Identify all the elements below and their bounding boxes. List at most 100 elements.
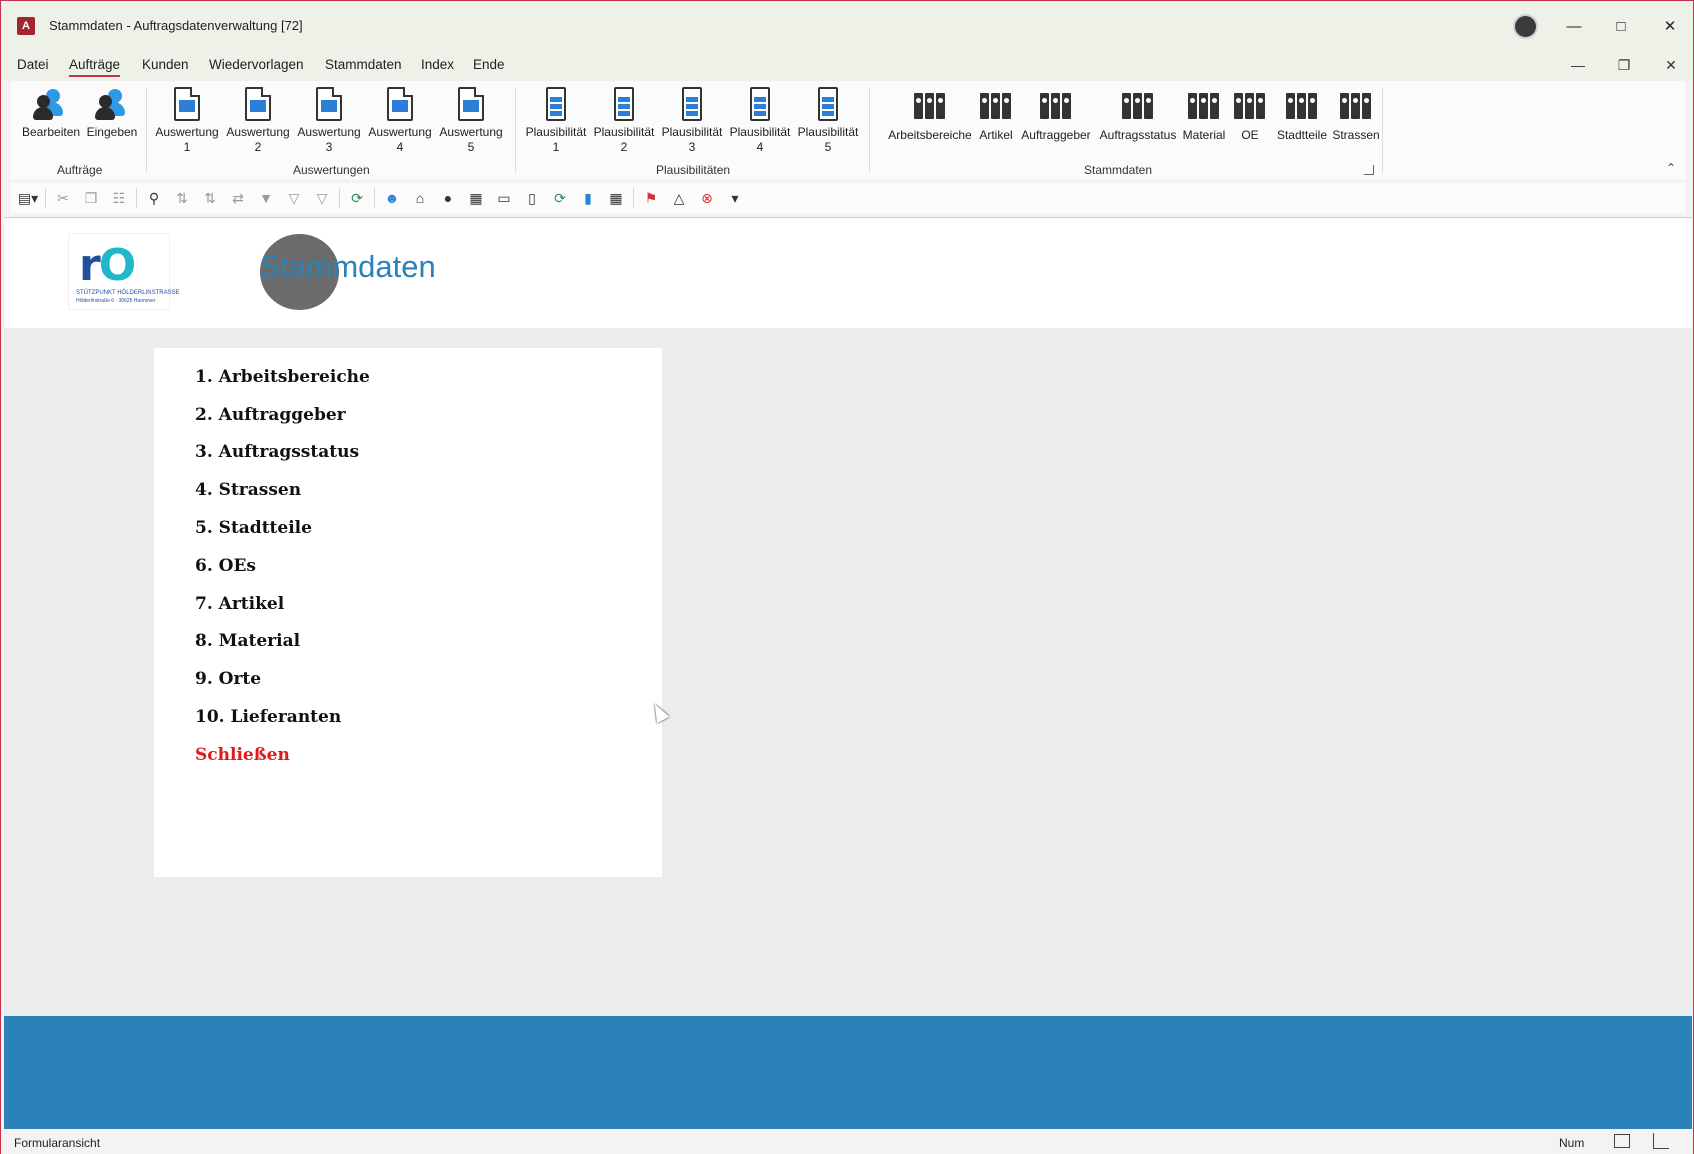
flag-icon[interactable]: ⚑ bbox=[637, 186, 665, 210]
cut-icon[interactable]: ✂ bbox=[49, 186, 77, 210]
tab-index[interactable]: Index bbox=[421, 57, 454, 72]
menu-link-oes[interactable]: 6. OEs bbox=[195, 556, 256, 576]
tab-ende[interactable]: Ende bbox=[473, 57, 505, 72]
tab-datei[interactable]: Datei bbox=[17, 57, 49, 72]
bearbeiten-button[interactable]: Bearbeiten bbox=[22, 87, 80, 140]
plausibilitaet-1-label: Plausibilität bbox=[525, 125, 587, 139]
sort-descending-icon[interactable]: ⇅ bbox=[196, 186, 224, 210]
auftraggeber-button[interactable]: Auftraggeber bbox=[1018, 87, 1094, 143]
report-icon bbox=[387, 87, 413, 121]
auswertung-4-button[interactable]: Auswertung 4 bbox=[367, 87, 433, 155]
plausibilitaet-5-button[interactable]: Plausibilität 5 bbox=[794, 87, 862, 155]
minimize-icon[interactable]: — bbox=[1554, 9, 1594, 43]
menu-link-auftragsstatus[interactable]: 3. Auftragsstatus bbox=[195, 442, 359, 462]
logo-line-1: STÜTZPUNKT HÖLDERLINSTRASSE bbox=[76, 290, 180, 296]
collapse-ribbon-icon[interactable]: ⌃ bbox=[1666, 161, 1676, 175]
material-button[interactable]: Material bbox=[1178, 87, 1230, 143]
oe-label: OE bbox=[1241, 128, 1259, 142]
auswertung-5-button[interactable]: Auswertung 5 bbox=[438, 87, 504, 155]
people-icon bbox=[33, 87, 67, 123]
auswertung-3-label: Auswertung bbox=[297, 125, 361, 139]
status-view-label: Formularansicht bbox=[14, 1136, 101, 1150]
clear-filter-icon[interactable]: ▽ bbox=[308, 186, 336, 210]
auswertung-1-label: Auswertung bbox=[155, 125, 219, 139]
user-search-icon[interactable]: ☻ bbox=[378, 186, 406, 210]
form-icon[interactable]: ▭ bbox=[490, 186, 518, 210]
menu-link-auftraggeber[interactable]: 2. Auftraggeber bbox=[195, 405, 346, 425]
bar-chart-icon[interactable]: ▮ bbox=[574, 186, 602, 210]
dialog-launcher-icon[interactable] bbox=[1364, 165, 1374, 175]
filter-icon[interactable]: ▽ bbox=[280, 186, 308, 210]
tab-wiedervorlagen[interactable]: Wiedervorlagen bbox=[209, 57, 304, 72]
status-numlock: Num bbox=[1559, 1136, 1585, 1150]
menu-link-lieferanten[interactable]: 10. Lieferanten bbox=[195, 707, 341, 727]
grid-icon[interactable]: ▦ bbox=[602, 186, 630, 210]
menu-link-strassen[interactable]: 4. Strassen bbox=[195, 480, 301, 500]
paste-icon[interactable]: ☷ bbox=[105, 186, 133, 210]
auswertung-3-button[interactable]: Auswertung 3 bbox=[296, 87, 362, 155]
user-avatar[interactable] bbox=[1513, 14, 1538, 39]
customize-toolbar-icon[interactable]: ▾ bbox=[721, 186, 749, 210]
menu-link-arbeitsbereiche[interactable]: 1. Arbeitsbereiche bbox=[195, 367, 370, 387]
tab-auftraege[interactable]: Aufträge bbox=[69, 57, 121, 77]
close-icon[interactable]: ✕ bbox=[1650, 9, 1690, 43]
run-query-icon[interactable]: ⟳ bbox=[546, 186, 574, 210]
form-view-icon[interactable] bbox=[1614, 1134, 1630, 1148]
plausibilitaet-1-button[interactable]: Plausibilität 1 bbox=[522, 87, 590, 155]
table-icon[interactable]: ▦ bbox=[462, 186, 490, 210]
tab-kunden[interactable]: Kunden bbox=[142, 57, 189, 72]
material-label: Material bbox=[1182, 128, 1226, 142]
stammdaten-menu-panel: 1. Arbeitsbereiche 2. Auftraggeber 3. Au… bbox=[154, 348, 662, 877]
auswertung-4-label: Auswertung bbox=[368, 125, 432, 139]
plausibilitaet-4-button[interactable]: Plausibilität 4 bbox=[726, 87, 794, 155]
schliessen-link[interactable]: Schließen bbox=[195, 745, 290, 765]
sort-ascending-icon[interactable]: ⇅ bbox=[168, 186, 196, 210]
page-title: Stammdaten bbox=[260, 249, 436, 284]
eingeben-label: Eingeben bbox=[86, 125, 138, 139]
report-small-icon[interactable]: ▯ bbox=[518, 186, 546, 210]
title-bar: A Stammdaten - Auftragsdatenverwaltung [… bbox=[1, 1, 1693, 51]
auswertung-2-button[interactable]: Auswertung 2 bbox=[225, 87, 291, 155]
people-icon bbox=[95, 87, 129, 123]
plausibilitaet-2-button[interactable]: Plausibilität 2 bbox=[590, 87, 658, 155]
search-icon[interactable]: ⚲ bbox=[140, 186, 168, 210]
binders-icon bbox=[1340, 90, 1372, 120]
home-icon[interactable]: ⌂ bbox=[406, 186, 434, 210]
group-separator bbox=[1382, 87, 1383, 173]
tab-stammdaten[interactable]: Stammdaten bbox=[325, 57, 402, 72]
maximize-icon[interactable]: □ bbox=[1601, 9, 1641, 43]
menu-link-artikel[interactable]: 7. Artikel bbox=[195, 594, 284, 614]
strassen-button[interactable]: Strassen bbox=[1328, 87, 1384, 143]
eingeben-button[interactable]: Eingeben bbox=[84, 87, 140, 140]
menu-link-stadtteile[interactable]: 5. Stadtteile bbox=[195, 518, 312, 538]
menu-link-orte[interactable]: 9. Orte bbox=[195, 669, 261, 689]
form-header: rO STÜTZPUNKT HÖLDERLINSTRASSE Hölderlin… bbox=[4, 217, 1692, 328]
stadtteile-label: Stadtteile bbox=[1276, 128, 1328, 142]
oe-button[interactable]: OE bbox=[1230, 87, 1270, 143]
arbeitsbereiche-button[interactable]: Arbeitsbereiche bbox=[878, 87, 982, 143]
auftragsstatus-button[interactable]: Auftragsstatus bbox=[1096, 87, 1180, 143]
relationships-icon[interactable]: △ bbox=[665, 186, 693, 210]
design-view-icon[interactable] bbox=[1653, 1133, 1669, 1149]
server-icon bbox=[682, 87, 702, 121]
company-logo: rO STÜTZPUNKT HÖLDERLINSTRASSE Hölderlin… bbox=[68, 233, 180, 310]
clear-sort-icon[interactable]: ⇄ bbox=[224, 186, 252, 210]
stadtteile-button[interactable]: Stadtteile bbox=[1272, 87, 1332, 143]
doc-restore-icon[interactable]: ❐ bbox=[1609, 54, 1639, 76]
binders-icon bbox=[980, 90, 1012, 120]
doc-close-icon[interactable]: ✕ bbox=[1656, 54, 1686, 76]
database-icon[interactable]: ● bbox=[434, 186, 462, 210]
cancel-icon[interactable]: ⊗ bbox=[693, 186, 721, 210]
refresh-icon[interactable]: ⟳ bbox=[343, 186, 371, 210]
auswertung-1-button[interactable]: Auswertung 1 bbox=[154, 87, 220, 155]
report-icon bbox=[245, 87, 271, 121]
filter-selection-icon[interactable]: ▼ bbox=[252, 186, 280, 210]
view-switch-icon[interactable]: ▤▾ bbox=[14, 186, 42, 210]
copy-icon[interactable]: ❐ bbox=[77, 186, 105, 210]
group-separator bbox=[146, 87, 147, 173]
auswertung-1-number: 1 bbox=[183, 140, 191, 154]
artikel-button[interactable]: Artikel bbox=[972, 87, 1020, 143]
doc-minimize-icon[interactable]: — bbox=[1563, 54, 1593, 76]
menu-link-material[interactable]: 8. Material bbox=[195, 631, 300, 651]
plausibilitaet-3-button[interactable]: Plausibilität 3 bbox=[658, 87, 726, 155]
